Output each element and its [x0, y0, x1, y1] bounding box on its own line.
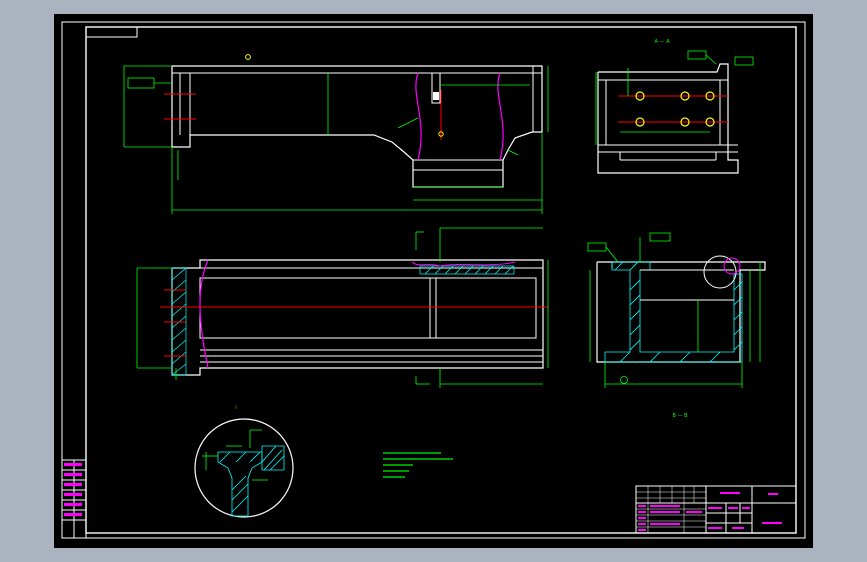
title-block [635, 485, 797, 534]
front-view [123, 54, 549, 214]
top-left-box [85, 26, 138, 38]
section-b-b: B — B [587, 232, 766, 419]
section-a-a-label: A — A [654, 39, 670, 45]
technical-notes [383, 452, 453, 478]
section-b-b-label: B — B [672, 413, 688, 419]
cad-viewport[interactable]: A — A B — B I [54, 14, 813, 548]
left-side-table [61, 459, 87, 539]
drawing-canvas[interactable]: A — A B — B I [54, 14, 813, 548]
detail-view: I [194, 405, 294, 518]
top-view [136, 227, 549, 388]
detail-label: I [235, 405, 236, 411]
section-a-a: A — A [595, 39, 754, 174]
